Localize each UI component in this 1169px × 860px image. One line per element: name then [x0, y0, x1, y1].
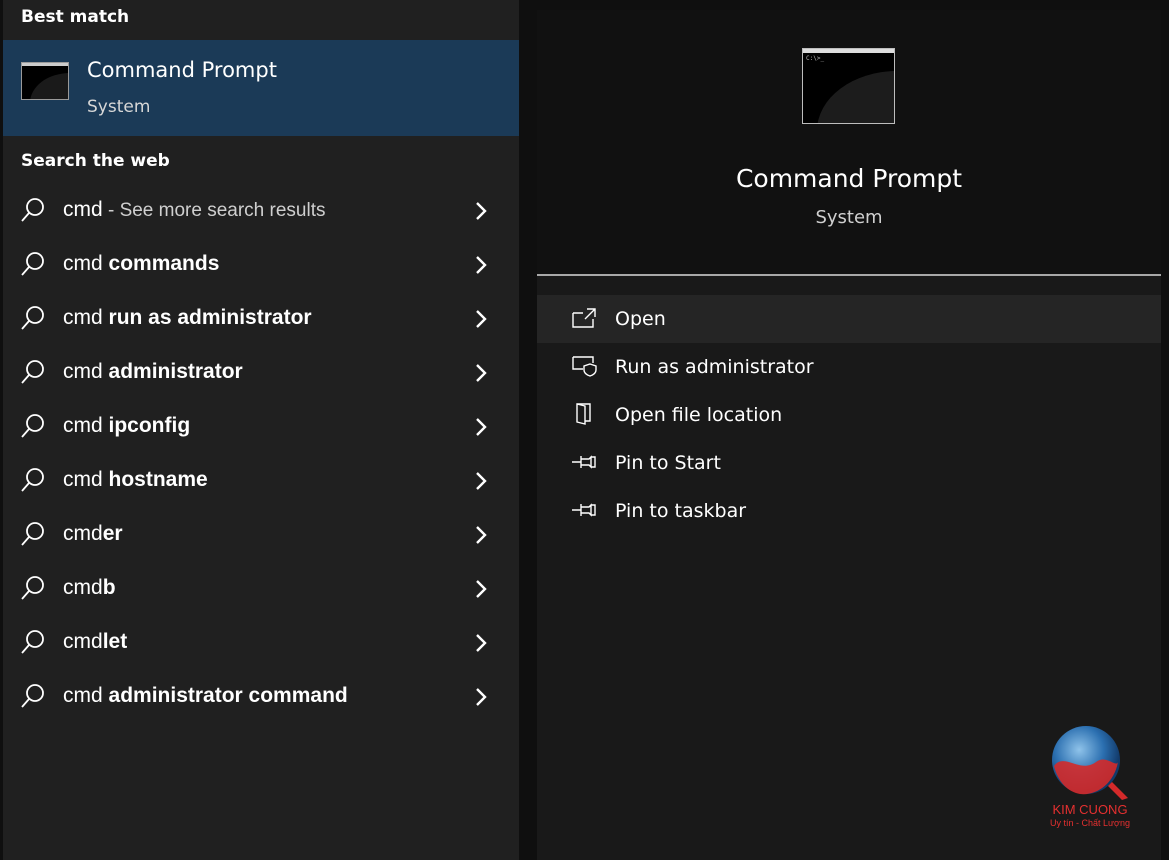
result-suggestion: let	[102, 630, 128, 653]
pin-icon	[572, 455, 596, 469]
search-results-panel: Best match Command Prompt System Search …	[3, 0, 519, 860]
result-suggestion: commands	[108, 252, 220, 275]
chevron-right-icon	[476, 688, 487, 706]
app-subtitle: System	[815, 207, 883, 228]
action-pin-to-start[interactable]: Pin to Start	[537, 439, 1161, 487]
web-search-result[interactable]: cmder	[3, 509, 519, 563]
file-location-icon	[576, 403, 591, 425]
result-label: cmd - See more search results	[63, 198, 326, 222]
chevron-right-icon	[476, 202, 487, 220]
action-label: Open file location	[615, 404, 783, 426]
result-more-text: - See more search results	[102, 200, 326, 221]
result-label: cmdlet	[63, 630, 127, 654]
chevron-right-icon	[476, 364, 487, 382]
result-query: cmd	[63, 468, 109, 491]
search-icon	[21, 684, 44, 708]
result-suggestion: hostname	[108, 468, 208, 491]
watermark-line1: KIM CUONG	[1052, 802, 1128, 817]
result-label: cmdb	[63, 576, 116, 600]
result-label: cmd ipconfig	[63, 414, 190, 438]
web-search-result[interactable]: cmd run as administrator	[3, 293, 519, 347]
search-icon	[21, 306, 44, 330]
result-suggestion: administrator	[108, 360, 243, 383]
action-label: Pin to Start	[615, 452, 721, 474]
web-search-result[interactable]: cmd administrator command	[3, 671, 519, 725]
chevron-right-icon	[476, 526, 487, 544]
cmd-window-icon: C:\>_	[802, 48, 895, 124]
result-suggestion: ipconfig	[108, 414, 191, 437]
result-query: cmd	[63, 360, 109, 383]
brand-watermark-logo: KIM CUONG Uy tín - Chất Lượng	[1040, 722, 1140, 832]
chevron-right-icon	[476, 418, 487, 436]
result-suggestion: b	[102, 576, 116, 599]
web-search-result[interactable]: cmdb	[3, 563, 519, 617]
result-label: cmder	[63, 522, 123, 546]
icon-prompt-text: C:\>_	[806, 55, 825, 62]
globe-logo-icon	[1052, 726, 1128, 800]
app-title: Command Prompt	[735, 164, 963, 193]
app-preview: C:\>_ Command Prompt System	[537, 10, 1161, 274]
open-external-icon	[572, 308, 596, 328]
result-query: cmd	[63, 522, 103, 545]
web-search-result[interactable]: cmd ipconfig	[3, 401, 519, 455]
web-search-result[interactable]: cmd hostname	[3, 455, 519, 509]
chevron-right-icon	[476, 634, 487, 652]
result-query: cmd	[63, 630, 103, 653]
result-label: cmd administrator command	[63, 684, 348, 708]
watermark-line2: Uy tín - Chất Lượng	[1050, 818, 1130, 828]
action-open-file-location[interactable]: Open file location	[537, 391, 1161, 439]
web-search-result[interactable]: cmd - See more search results	[3, 185, 519, 239]
web-search-result[interactable]: cmdlet	[3, 617, 519, 671]
result-query: cmd	[63, 198, 103, 221]
search-web-heading: Search the web	[21, 151, 170, 171]
search-icon	[21, 522, 44, 546]
result-label: cmd run as administrator	[63, 306, 312, 330]
result-query: cmd	[63, 684, 109, 707]
best-match-command-prompt[interactable]: Command Prompt System	[3, 40, 519, 136]
result-suggestion: administrator command	[108, 684, 348, 707]
chevron-right-icon	[476, 472, 487, 490]
search-icon	[21, 630, 44, 654]
action-label: Open	[615, 308, 666, 330]
best-match-heading: Best match	[21, 7, 130, 27]
cmd-window-icon	[21, 62, 69, 100]
best-match-title: Command Prompt	[87, 58, 277, 82]
web-search-result[interactable]: cmd commands	[3, 239, 519, 293]
result-label: cmd administrator	[63, 360, 243, 384]
result-label: cmd commands	[63, 252, 219, 276]
result-suggestion: er	[102, 522, 123, 545]
shield-admin-icon	[572, 356, 597, 377]
result-suggestion: run as administrator	[108, 306, 312, 329]
best-match-subtitle: System	[87, 97, 151, 117]
action-open[interactable]: Open	[537, 295, 1161, 343]
search-icon	[21, 360, 44, 384]
action-label: Pin to taskbar	[615, 500, 747, 522]
search-icon	[21, 468, 44, 492]
search-icon	[21, 414, 44, 438]
search-icon	[21, 198, 44, 222]
search-icon	[21, 252, 44, 276]
action-label: Run as administrator	[615, 356, 814, 378]
chevron-right-icon	[476, 580, 487, 598]
action-run-as-administrator[interactable]: Run as administrator	[537, 343, 1161, 391]
action-pin-to-taskbar[interactable]: Pin to taskbar	[537, 487, 1161, 535]
result-query: cmd	[63, 414, 109, 437]
divider	[537, 274, 1161, 276]
chevron-right-icon	[476, 256, 487, 274]
search-icon	[21, 576, 44, 600]
chevron-right-icon	[476, 310, 487, 328]
web-search-result[interactable]: cmd administrator	[3, 347, 519, 401]
pin-icon	[572, 503, 596, 517]
result-query: cmd	[63, 306, 109, 329]
result-query: cmd	[63, 576, 103, 599]
result-query: cmd	[63, 252, 109, 275]
result-label: cmd hostname	[63, 468, 208, 492]
